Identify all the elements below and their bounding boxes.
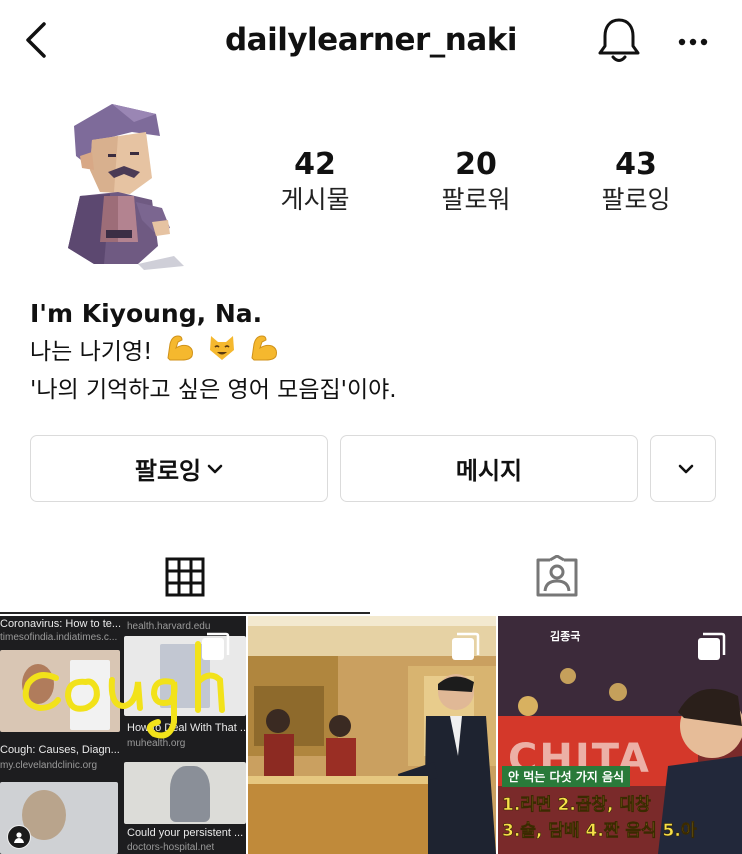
stat-following-count: 43	[615, 147, 657, 182]
result-source: my.clevelandclinic.org	[0, 760, 98, 771]
caption-top: 안 먹는 다섯 가지 음식	[502, 766, 631, 787]
suggestions-toggle-button[interactable]	[650, 435, 716, 502]
stat-followers-label: 팔로워	[441, 185, 511, 214]
bio-line-1: 나는 나기영!	[30, 332, 730, 373]
post-thumbnail[interactable]: 김종국 CHITA 안 먹는 다섯 가지 음식 1.라면 2.곱창, 대창 3.…	[498, 616, 742, 854]
bell-icon	[598, 18, 640, 62]
notification-button[interactable]	[594, 14, 644, 66]
profile-bio: I'm Kiyoung, Na. 나는 나기영! '나의 기억하고 싶은 영어 …	[30, 296, 730, 408]
post-thumbnail[interactable]	[248, 616, 496, 854]
tab-posts-grid[interactable]	[0, 540, 370, 614]
result-image	[170, 766, 210, 822]
stat-followers[interactable]: 20 팔로워	[411, 146, 541, 216]
active-tab-indicator	[0, 612, 370, 614]
header: dailylearner_naki	[0, 0, 742, 84]
chevron-down-icon	[678, 464, 694, 473]
tab-tagged[interactable]	[372, 540, 742, 614]
chevron-down-icon	[207, 464, 223, 473]
following-button[interactable]: 팔로잉	[30, 435, 328, 502]
caption-line-1: 1.라면 2.곱창, 대창	[502, 795, 651, 816]
caption-line-2: 3.술, 담배 4.짠 음식 5.아	[502, 821, 697, 842]
bio-line-2: '나의 기억하고 싶은 영어 모음집'이야.	[30, 377, 397, 403]
grid-icon	[165, 557, 205, 597]
bio-line-1-text: 나는 나기영!	[30, 339, 153, 365]
more-options-button[interactable]	[672, 26, 716, 56]
stat-following-label: 팔로잉	[601, 185, 671, 214]
handwritten-cough-annotation	[22, 641, 225, 739]
flexed-biceps-icon	[248, 332, 280, 373]
tagged-person-icon	[536, 555, 578, 597]
message-button[interactable]: 메시지	[340, 435, 638, 502]
stat-posts-label: 게시물	[280, 185, 350, 214]
profile-avatar[interactable]	[34, 96, 194, 272]
message-button-label: 메시지	[455, 457, 523, 485]
more-horizontal-icon	[678, 38, 708, 46]
flexed-biceps-icon	[164, 332, 196, 373]
bio-name: I'm Kiyoung, Na.	[30, 299, 263, 328]
smiling-cat-icon	[207, 332, 237, 373]
account-switch-icon[interactable]	[7, 825, 31, 849]
cartoon-avatar-icon	[68, 104, 184, 270]
stat-followers-count: 20	[455, 147, 497, 182]
following-button-label: 팔로잉	[134, 457, 202, 485]
stat-posts-count: 42	[294, 147, 336, 182]
stat-posts[interactable]: 42 게시물	[250, 146, 380, 216]
multiple-posts-icon	[452, 632, 480, 660]
result-source: doctors-hospital.net	[127, 842, 215, 853]
show-corner-tag: 김종국	[550, 630, 581, 643]
stat-following[interactable]: 43 팔로잉	[571, 146, 701, 216]
result-title: Could your persistent ...	[127, 827, 244, 839]
multiple-posts-icon	[698, 632, 726, 660]
